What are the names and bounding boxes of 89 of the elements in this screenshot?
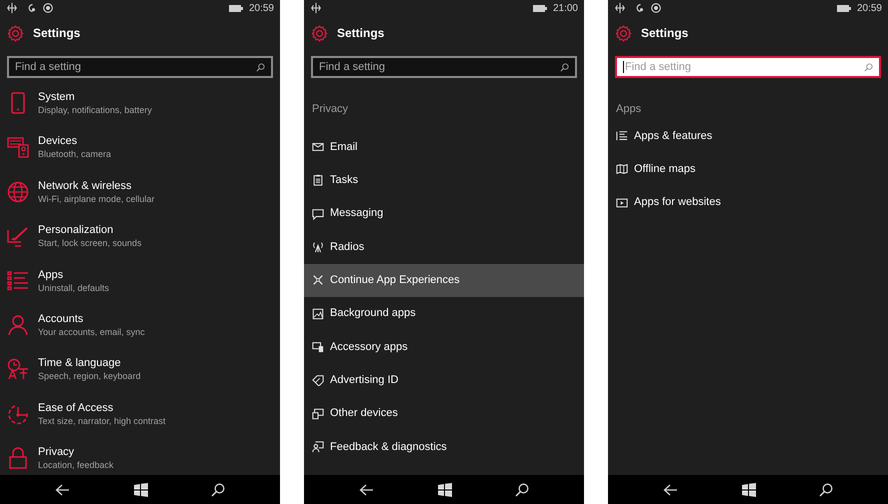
keyboard-speaker-icon xyxy=(7,136,29,158)
menu-item[interactable]: Email xyxy=(304,130,584,164)
menu-item[interactable]: Tasks xyxy=(304,164,584,198)
menu-item[interactable]: Continue App Experiences xyxy=(304,264,584,297)
menu-item[interactable]: Advertising ID xyxy=(304,364,584,397)
menu-item[interactable]: Apps for websites xyxy=(608,186,888,220)
category-title: Apps xyxy=(38,268,64,282)
category-description: Uninstall, defaults xyxy=(38,282,110,295)
page-title: Settings xyxy=(641,25,688,42)
settings-category[interactable]: Privacy Location, feedback xyxy=(0,443,280,475)
windows-icon[interactable] xyxy=(438,482,452,496)
menu-item[interactable]: Offline maps xyxy=(608,152,888,186)
clock-time: 20:59 xyxy=(248,2,274,16)
settings-category[interactable]: Accounts Your accounts, email, sync xyxy=(0,310,280,354)
category-title: Personalization xyxy=(38,223,114,238)
battery-icon xyxy=(228,4,243,12)
list-icon xyxy=(7,270,29,292)
gear-icon xyxy=(7,24,24,42)
map-icon xyxy=(616,163,628,176)
search-icon xyxy=(256,62,265,72)
menu-item[interactable]: Background apps xyxy=(304,296,584,330)
back-icon[interactable] xyxy=(663,484,678,496)
devices-icon xyxy=(312,408,324,420)
feedback-icon xyxy=(312,440,324,453)
menu-item[interactable]: Messaging xyxy=(304,197,584,230)
menu-item[interactable]: Radios xyxy=(304,230,584,264)
search-icon xyxy=(864,62,873,72)
battery-icon xyxy=(836,4,851,12)
dial-icon xyxy=(7,402,29,425)
gear-icon xyxy=(311,24,328,42)
settings-category[interactable]: Ease of Access Text size, narrator, high contrast xyxy=(0,398,280,444)
category-description: Start, lock screen, sounds xyxy=(38,237,142,250)
antenna-icon xyxy=(312,241,324,254)
devices-icon xyxy=(312,340,324,353)
envelope-icon xyxy=(312,141,324,154)
settings-category[interactable]: Apps Uninstall, defaults xyxy=(0,266,280,310)
list-icon xyxy=(616,130,628,142)
category-description: Speech, region, keyboard xyxy=(38,370,141,384)
windows-icon[interactable] xyxy=(134,482,148,496)
picture-icon xyxy=(312,308,324,320)
battery-icon xyxy=(532,4,547,12)
settings-category[interactable]: Time & language Speech, region, keyboard xyxy=(0,354,280,399)
category-description: Wi-Fi, airplane mode, cellular xyxy=(38,192,155,206)
search-icon xyxy=(560,62,569,72)
back-icon[interactable] xyxy=(55,484,70,496)
play-icon xyxy=(616,196,628,209)
category-title: Network & wireless xyxy=(38,178,133,193)
menu-item[interactable]: Apps & features xyxy=(608,120,888,153)
section-heading: Apps xyxy=(615,102,642,116)
category-title: Privacy xyxy=(38,445,76,460)
settings-category[interactable]: Network & wireless Wi-Fi, airplane mode, cellular xyxy=(0,176,280,222)
category-description: Bluetooth, camera xyxy=(38,148,112,162)
page-title: Settings xyxy=(33,25,80,42)
page-title: Settings xyxy=(337,25,384,42)
search-icon[interactable] xyxy=(819,482,833,496)
cross-icon xyxy=(312,274,324,286)
globe-icon xyxy=(7,180,29,203)
search-icon[interactable] xyxy=(211,482,225,496)
menu-item[interactable]: Accessory apps xyxy=(304,330,584,364)
settings-category[interactable]: Devices Bluetooth, camera xyxy=(0,132,280,177)
category-description: Display, notifications, battery xyxy=(38,104,152,117)
windows-icon[interactable] xyxy=(742,482,756,496)
category-title: System xyxy=(38,90,76,104)
clock-time: 20:59 xyxy=(856,2,882,16)
menu-item[interactable]: Other devices xyxy=(304,396,584,430)
category-description: Your accounts, email, sync xyxy=(38,326,145,339)
person-icon xyxy=(7,314,29,336)
search-field[interactable]: Find a setting xyxy=(311,56,577,78)
gear-icon xyxy=(615,24,632,42)
back-icon[interactable] xyxy=(359,484,374,496)
tag-icon xyxy=(312,374,324,386)
search-icon[interactable] xyxy=(515,482,529,496)
category-title: Time & language xyxy=(38,356,122,370)
monitor-brush-icon xyxy=(7,225,29,248)
category-title: Devices xyxy=(38,134,78,148)
settings-category[interactable]: Personalization Start, lock screen, sounds xyxy=(0,221,280,266)
clock-time: 21:00 xyxy=(552,2,578,16)
chat-icon xyxy=(312,208,324,220)
settings-category[interactable]: System Display, notifications, battery xyxy=(0,88,280,132)
clipboard-icon xyxy=(312,174,324,186)
search-field[interactable]: Find a setting xyxy=(7,56,273,78)
clock-letters-icon xyxy=(7,358,29,380)
category-title: Ease of Access xyxy=(38,400,114,415)
category-description: Text size, narrator, high contrast xyxy=(38,414,166,428)
category-title: Accounts xyxy=(38,312,84,326)
category-description: Location, feedback xyxy=(38,459,114,472)
menu-item[interactable]: Feedback & diagnostics xyxy=(304,430,584,464)
lock-icon xyxy=(7,447,29,470)
section-heading: Privacy xyxy=(311,102,350,116)
